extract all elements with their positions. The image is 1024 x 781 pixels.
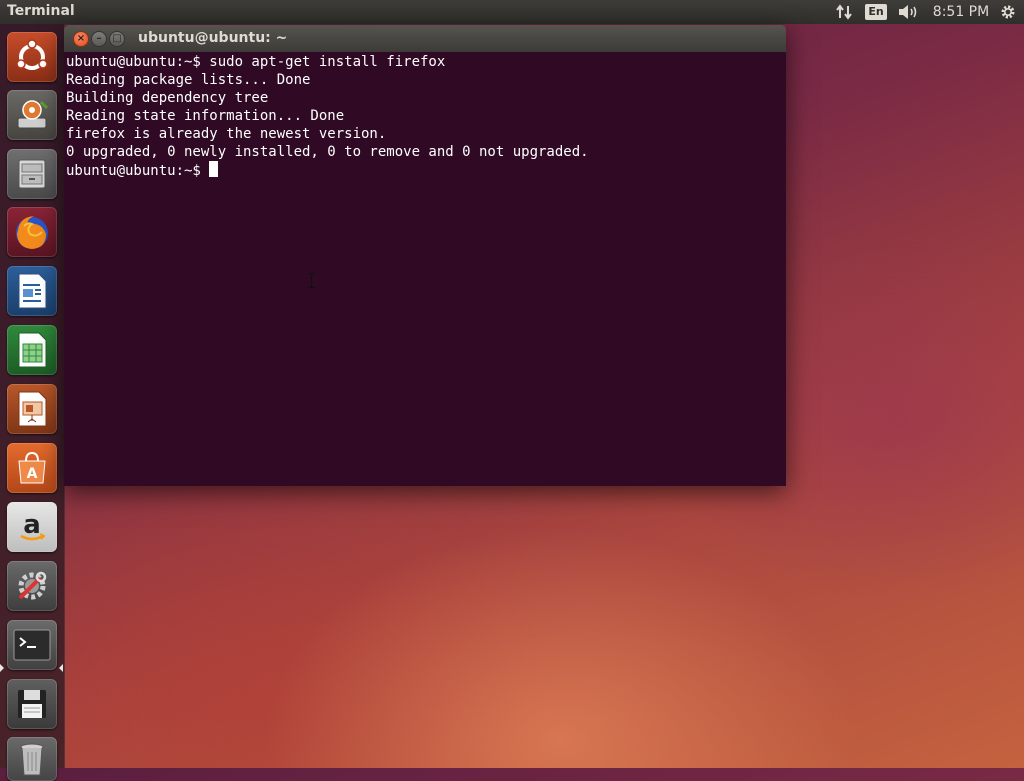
terminal-window[interactable]: × – □ ubuntu@ubuntu: ~ ubuntu@ubuntu:~$ … [64, 25, 786, 486]
launcher-amazon[interactable]: a [7, 502, 57, 552]
session-gear-icon [1001, 5, 1015, 19]
launcher-dash-home[interactable] [7, 32, 57, 82]
settings-icon [18, 571, 47, 600]
session-menu[interactable] [996, 0, 1020, 24]
network-icon [836, 4, 852, 20]
impress-icon [18, 391, 47, 427]
text-cursor [208, 161, 218, 177]
launcher-libreoffice-calc[interactable] [7, 325, 57, 375]
software-center-icon: A [18, 451, 46, 484]
focused-indicator-right [59, 664, 63, 672]
maximize-icon: □ [112, 33, 122, 44]
launcher-libreoffice-writer[interactable] [7, 266, 57, 316]
top-panel: Terminal En 8:51 PM [0, 0, 1024, 24]
launcher-save[interactable] [7, 679, 57, 729]
svg-text:A: A [27, 466, 38, 482]
window-title: ubuntu@ubuntu: ~ [138, 30, 288, 46]
terminal-output[interactable]: ubuntu@ubuntu:~$ sudo apt-get install fi… [64, 52, 786, 486]
trash-icon [20, 743, 44, 776]
network-indicator[interactable] [832, 0, 856, 24]
launcher-trash[interactable] [7, 737, 57, 781]
terminal-line: Reading state information... Done [66, 108, 345, 124]
keyboard-layout-badge: En [865, 4, 887, 20]
volume-indicator[interactable] [896, 0, 922, 24]
terminal-line: Reading package lists... Done [66, 72, 311, 88]
terminal-line: ubuntu@ubuntu:~$ sudo apt-get install fi… [66, 54, 446, 70]
launcher-libreoffice-impress[interactable] [7, 384, 57, 434]
clock[interactable]: 8:51 PM [930, 0, 992, 24]
launcher-files[interactable] [7, 149, 57, 199]
minimize-icon: – [96, 33, 102, 44]
floppy-disk-icon [18, 690, 46, 718]
launcher-install-ubuntu[interactable] [7, 90, 57, 140]
file-cabinet-icon [18, 159, 46, 189]
writer-icon [18, 273, 47, 309]
close-icon: × [76, 33, 86, 44]
unity-launcher: A a [0, 24, 65, 781]
launcher-system-settings[interactable] [7, 561, 57, 611]
volume-icon [899, 5, 917, 19]
window-titlebar[interactable]: × – □ ubuntu@ubuntu: ~ [64, 25, 786, 52]
terminal-prompt: ubuntu@ubuntu:~$ [66, 163, 201, 179]
calc-icon [18, 332, 47, 368]
install-ubuntu-icon [17, 100, 49, 129]
terminal-prompt-line[interactable]: ubuntu@ubuntu:~$ [66, 161, 786, 179]
terminal-icon [13, 629, 51, 661]
launcher-firefox[interactable] [7, 207, 57, 257]
amazon-icon: a [20, 510, 46, 541]
terminal-line: firefox is already the newest version. [66, 126, 387, 142]
keyboard-indicator[interactable]: En [865, 0, 887, 24]
firefox-icon [16, 216, 48, 249]
svg-text:a: a [23, 510, 41, 540]
launcher-terminal[interactable] [7, 620, 57, 670]
terminal-line: 0 upgraded, 0 newly installed, 0 to remo… [66, 144, 589, 160]
terminal-line: Building dependency tree [66, 90, 269, 106]
ubuntu-logo-icon [16, 39, 48, 70]
active-app-title[interactable]: Terminal [7, 3, 75, 19]
ibeam-pointer-icon [308, 273, 315, 288]
running-indicator-left [0, 664, 4, 672]
launcher-ubuntu-software[interactable]: A [7, 443, 57, 493]
window-maximize-button[interactable]: □ [109, 31, 125, 47]
window-close-button[interactable]: × [73, 31, 89, 47]
window-minimize-button[interactable]: – [91, 31, 107, 47]
